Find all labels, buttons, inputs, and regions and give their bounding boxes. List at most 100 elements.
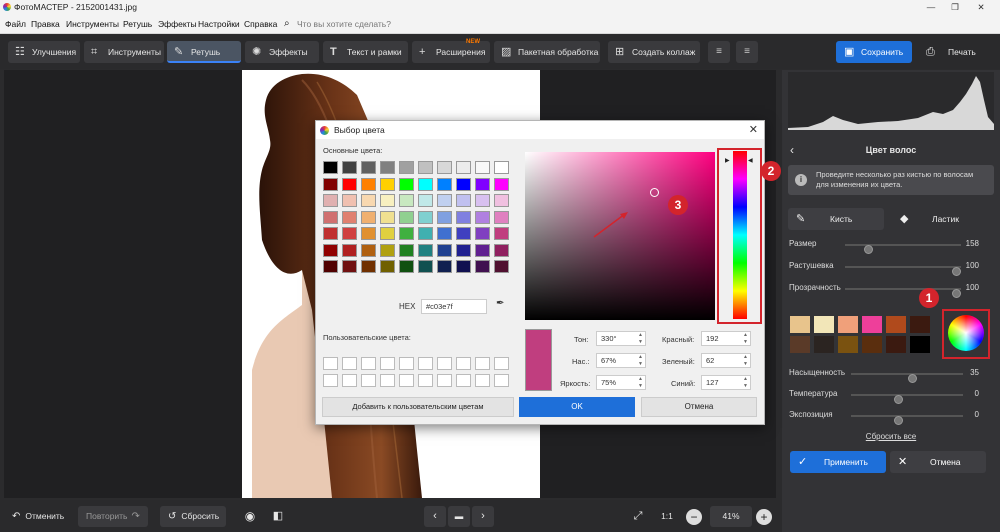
retouch-button[interactable]: ✎ Ретушь bbox=[167, 41, 241, 63]
basic-color-cell[interactable] bbox=[437, 210, 452, 224]
custom-color-cell[interactable] bbox=[494, 357, 509, 370]
menu-effects[interactable]: Эффекты bbox=[158, 14, 197, 34]
temperature-slider[interactable]: Температура 0 bbox=[789, 389, 979, 404]
basic-color-cell[interactable] bbox=[323, 194, 338, 207]
slider-track[interactable] bbox=[851, 415, 963, 425]
basic-color-cell[interactable] bbox=[456, 194, 471, 207]
hex-input[interactable]: #c03e7f bbox=[421, 299, 487, 314]
text-frames-button[interactable]: T Текст и рамки bbox=[323, 41, 408, 63]
hair-color-swatch[interactable] bbox=[886, 316, 906, 333]
custom-color-cell[interactable] bbox=[456, 357, 471, 370]
custom-color-cell[interactable] bbox=[380, 357, 395, 370]
basic-color-cell[interactable] bbox=[380, 210, 395, 224]
basic-color-cell[interactable] bbox=[418, 227, 433, 240]
spin-arrows-icon[interactable]: ▲ ▼ bbox=[638, 376, 643, 389]
basic-color-cell[interactable] bbox=[361, 177, 376, 191]
custom-color-cell[interactable] bbox=[399, 357, 414, 370]
basic-color-cell[interactable] bbox=[437, 260, 452, 273]
hair-color-swatch[interactable] bbox=[862, 316, 882, 333]
basic-color-cell[interactable] bbox=[475, 227, 490, 240]
menu-file[interactable]: Файл bbox=[5, 14, 26, 34]
basic-color-cell[interactable] bbox=[342, 194, 357, 207]
basic-color-cell[interactable] bbox=[494, 227, 509, 240]
basic-color-cell[interactable] bbox=[342, 177, 357, 191]
hair-color-swatch[interactable] bbox=[838, 336, 858, 353]
color-cursor[interactable] bbox=[650, 188, 659, 197]
dialog-cancel-button[interactable]: Отмена bbox=[641, 397, 757, 417]
print-button[interactable]: ⎙ Печать bbox=[918, 41, 988, 63]
custom-color-cell[interactable] bbox=[342, 374, 357, 387]
basic-color-cell[interactable] bbox=[399, 260, 414, 273]
basic-color-cell[interactable] bbox=[342, 210, 357, 224]
basic-color-cell[interactable] bbox=[361, 161, 376, 174]
basic-color-cell[interactable] bbox=[456, 260, 471, 273]
menu-settings[interactable]: Настройки bbox=[198, 14, 240, 34]
basic-color-cell[interactable] bbox=[437, 243, 452, 257]
basic-color-cell[interactable] bbox=[361, 260, 376, 273]
slider-track[interactable] bbox=[851, 373, 963, 383]
blue-input[interactable]: 127 ▲ ▼ bbox=[701, 375, 751, 390]
basic-color-cell[interactable] bbox=[342, 227, 357, 240]
exposure-slider[interactable]: Экспозиция 0 bbox=[789, 410, 979, 425]
hair-color-swatch[interactable] bbox=[862, 336, 882, 353]
basic-color-cell[interactable] bbox=[418, 243, 433, 257]
basic-color-cell[interactable] bbox=[399, 243, 414, 257]
save-button[interactable]: ▣ Сохранить bbox=[836, 41, 912, 63]
slider-track[interactable] bbox=[845, 266, 961, 276]
extensions-button[interactable]: + Расширения NEW bbox=[412, 39, 490, 63]
basic-color-cell[interactable] bbox=[399, 210, 414, 224]
collage-button[interactable]: ⊞ Создать коллаж bbox=[608, 41, 700, 63]
spin-arrows-icon[interactable]: ▲ ▼ bbox=[638, 332, 643, 345]
basic-color-cell[interactable] bbox=[399, 227, 414, 240]
basic-color-cell[interactable] bbox=[494, 194, 509, 207]
redo-button[interactable]: Повторить ↷ bbox=[78, 506, 148, 527]
basic-color-cell[interactable] bbox=[494, 161, 509, 174]
basic-color-cell[interactable] bbox=[323, 243, 338, 257]
eye-icon[interactable]: ◉ bbox=[240, 506, 260, 527]
custom-color-cell[interactable] bbox=[361, 374, 376, 387]
hair-color-swatch[interactable] bbox=[814, 316, 834, 333]
size-slider[interactable]: Размер 158 bbox=[789, 239, 979, 254]
folder-icon[interactable]: ▬ bbox=[448, 506, 470, 527]
basic-color-cell[interactable] bbox=[323, 227, 338, 240]
ok-button[interactable]: OK bbox=[519, 397, 635, 417]
enhance-button[interactable]: ☷ Улучшения bbox=[8, 41, 80, 63]
compare-add-icon[interactable]: ≡ bbox=[708, 41, 730, 63]
search-input[interactable]: Что вы хотите сделать? bbox=[297, 14, 391, 34]
brush-tool-button[interactable]: ✎ Кисть bbox=[788, 208, 884, 230]
custom-color-cell[interactable] bbox=[475, 357, 490, 370]
hair-color-swatch[interactable] bbox=[790, 336, 810, 353]
basic-color-cell[interactable] bbox=[494, 177, 509, 191]
hue-slider[interactable] bbox=[733, 151, 747, 319]
custom-color-cell[interactable] bbox=[437, 357, 452, 370]
close-window-button[interactable]: ✕ bbox=[970, 0, 992, 14]
basic-color-cell[interactable] bbox=[342, 260, 357, 273]
custom-color-cell[interactable] bbox=[418, 357, 433, 370]
basic-color-cell[interactable] bbox=[456, 227, 471, 240]
compare-icon[interactable]: ◧ bbox=[268, 506, 288, 527]
basic-color-cell[interactable] bbox=[475, 161, 490, 174]
next-image-button[interactable]: › bbox=[472, 506, 494, 527]
prev-image-button[interactable]: ‹ bbox=[424, 506, 446, 527]
custom-color-cell[interactable] bbox=[437, 374, 452, 387]
hair-color-swatch[interactable] bbox=[886, 336, 906, 353]
brightness-input[interactable]: 75% ▲ ▼ bbox=[596, 375, 646, 390]
basic-color-cell[interactable] bbox=[323, 210, 338, 224]
spin-arrows-icon[interactable]: ▲ ▼ bbox=[743, 354, 748, 367]
panel-cancel-button[interactable]: ✕ Отмена bbox=[890, 451, 986, 473]
slider-track[interactable] bbox=[851, 394, 963, 404]
basic-color-cell[interactable] bbox=[456, 177, 471, 191]
reset-button[interactable]: ↺ Сбросить bbox=[160, 506, 226, 527]
basic-color-cell[interactable] bbox=[361, 194, 376, 207]
custom-color-cell[interactable] bbox=[323, 374, 338, 387]
saturation-input[interactable]: 67% ▲ ▼ bbox=[596, 353, 646, 368]
compare-info-icon[interactable]: ≡ bbox=[736, 41, 758, 63]
custom-color-cell[interactable] bbox=[418, 374, 433, 387]
menu-retouch[interactable]: Ретушь bbox=[123, 14, 152, 34]
basic-color-cell[interactable] bbox=[380, 227, 395, 240]
feather-slider[interactable]: Растушевка 100 bbox=[789, 261, 979, 276]
basic-color-cell[interactable] bbox=[323, 260, 338, 273]
menu-help[interactable]: Справка bbox=[244, 14, 277, 34]
hue-input[interactable]: 330° ▲ ▼ bbox=[596, 331, 646, 346]
tools-button[interactable]: ⌗ Инструменты bbox=[84, 41, 164, 63]
